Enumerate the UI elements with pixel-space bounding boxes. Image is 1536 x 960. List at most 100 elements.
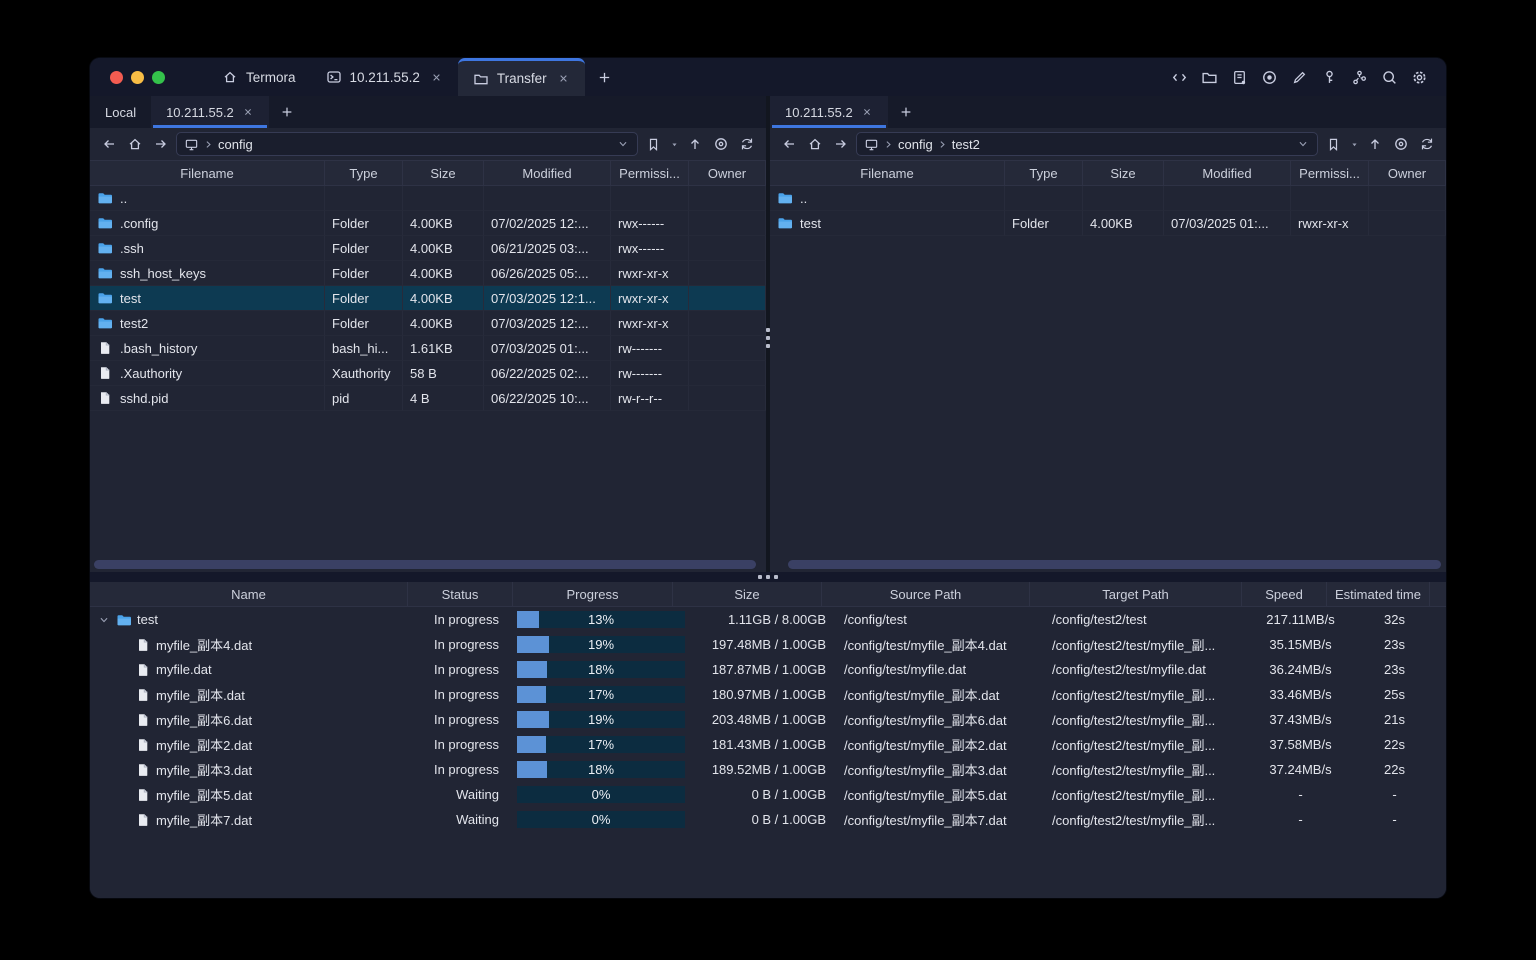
folder-button[interactable] (1196, 64, 1222, 90)
transfer-column-header[interactable]: Target Path (1030, 582, 1242, 606)
column-header[interactable]: Owner (1369, 161, 1446, 185)
close-tab-icon[interactable] (242, 106, 254, 118)
column-header[interactable]: Owner (689, 161, 766, 185)
file-row[interactable]: test Folder 4.00KB 07/03/2025 12:1... rwxr-x… (90, 286, 766, 311)
column-header[interactable]: Filename (770, 161, 1005, 185)
left-forward-button[interactable] (150, 133, 172, 155)
column-header[interactable]: Type (325, 161, 403, 185)
plus-icon[interactable] (899, 105, 913, 119)
search-button[interactable] (1376, 64, 1402, 90)
path-dropdown-icon[interactable] (1296, 137, 1310, 151)
transfer-column-header[interactable]: Estimated time (1327, 582, 1430, 606)
transfer-row[interactable]: myfile_副本6.dat In progress 19% 203.48MB / 1… (90, 707, 1446, 732)
right-show-hidden-button[interactable] (1390, 133, 1412, 155)
app-tab-10-211-55-2[interactable]: 10.211.55.2 (311, 58, 458, 96)
new-tab-button[interactable] (585, 58, 624, 96)
left-panel-new-tab-button[interactable] (269, 96, 305, 128)
settings-button[interactable] (1406, 64, 1432, 90)
key-button[interactable] (1316, 64, 1342, 90)
horizontal-splitter-grip[interactable] (758, 575, 778, 579)
app-tab-transfer[interactable]: Transfer (457, 58, 585, 96)
horizontal-splitter[interactable] (90, 572, 1446, 582)
transfer-column-header[interactable]: Status (408, 582, 513, 606)
right-panel-new-tab-button[interactable] (888, 96, 924, 128)
chevron-down-icon[interactable] (616, 137, 630, 151)
file-row[interactable]: .. (770, 186, 1446, 211)
column-header[interactable]: Filename (90, 161, 325, 185)
right-bookmark-button[interactable] (1322, 133, 1344, 155)
transfer-row[interactable]: myfile_副本3.dat In progress 18% 189.52MB / 1… (90, 757, 1446, 782)
transfer-row[interactable]: myfile_副本7.dat Waiting 0% 0 B / 1.00GB/conf… (90, 807, 1446, 832)
column-header[interactable]: Modified (1164, 161, 1291, 185)
file-row[interactable]: .. (90, 186, 766, 211)
close-icon[interactable] (242, 106, 254, 118)
close-tab-icon[interactable] (430, 71, 443, 84)
left-horizontal-scrollbar[interactable] (94, 560, 756, 569)
plus-icon[interactable] (280, 105, 294, 119)
close-tab-icon[interactable] (861, 106, 873, 118)
chevron-down-icon[interactable] (1296, 137, 1310, 151)
left-show-hidden-button[interactable] (710, 133, 732, 155)
left-refresh-button[interactable] (736, 133, 758, 155)
left-panel-tab-local[interactable]: Local (90, 96, 151, 128)
path-dropdown-icon[interactable] (616, 137, 630, 151)
left-bookmark-button[interactable] (642, 133, 664, 155)
home-icon (127, 136, 143, 152)
left-back-button[interactable] (98, 133, 120, 155)
file-row[interactable]: .config Folder 4.00KB 07/02/2025 12:... rwx-… (90, 211, 766, 236)
right-refresh-button[interactable] (1416, 133, 1438, 155)
right-forward-button[interactable] (830, 133, 852, 155)
transfer-row[interactable]: myfile_副本.dat In progress 17% 180.97MB / 1.… (90, 682, 1446, 707)
right-back-button[interactable] (778, 133, 800, 155)
column-header[interactable]: Size (403, 161, 484, 185)
plus-icon[interactable] (597, 70, 612, 85)
transfer-column-header[interactable]: Size (673, 582, 822, 606)
close-icon[interactable] (430, 71, 443, 84)
transfer-row[interactable]: test In progress 13% 1.11GB / 8.00GB/config… (90, 607, 1446, 632)
file-row[interactable]: test Folder 4.00KB 07/03/2025 01:... rwxr-xr… (770, 211, 1446, 236)
close-tab-icon[interactable] (557, 72, 570, 85)
left-panel-tab-10-211-55-2[interactable]: 10.211.55.2 (151, 96, 269, 128)
chevron-down-icon[interactable] (97, 613, 111, 627)
right-home-button[interactable] (804, 133, 826, 155)
file-row[interactable]: .Xauthority Xauthority 58 B 06/22/2025 02:.… (90, 361, 766, 386)
close-icon[interactable] (861, 106, 873, 118)
right-bookmark-caret-button[interactable] (1348, 133, 1360, 155)
pencil-button[interactable] (1286, 64, 1312, 90)
transfer-row[interactable]: myfile_副本4.dat In progress 19% 197.48MB / 1… (90, 632, 1446, 657)
right-upload-button[interactable] (1364, 133, 1386, 155)
transfer-column-header[interactable]: Source Path (822, 582, 1030, 606)
file-row[interactable]: test2 Folder 4.00KB 07/03/2025 12:... rwxr-x… (90, 311, 766, 336)
app-tab-termora[interactable]: Termora (207, 58, 311, 96)
column-header[interactable]: Permissi... (611, 161, 689, 185)
right-path-input[interactable]: config test2 (856, 132, 1318, 156)
close-icon[interactable] (557, 72, 570, 85)
left-path-input[interactable]: config (176, 132, 638, 156)
left-upload-button[interactable] (684, 133, 706, 155)
minimize-window-button[interactable] (131, 70, 144, 84)
zoom-window-button[interactable] (152, 70, 165, 84)
right-horizontal-scrollbar[interactable] (788, 560, 1441, 569)
file-row[interactable]: .bash_history bash_hi... 1.61KB 07/03/2025 … (90, 336, 766, 361)
transfer-column-header[interactable]: Progress (513, 582, 673, 606)
transfer-column-header[interactable]: Name (90, 582, 408, 606)
right-panel-tab-10-211-55-2[interactable]: 10.211.55.2 (770, 96, 888, 128)
file-row[interactable]: .ssh Folder 4.00KB 06/21/2025 03:... rwx----… (90, 236, 766, 261)
transfer-row[interactable]: myfile_副本2.dat In progress 17% 181.43MB / 1… (90, 732, 1446, 757)
column-header[interactable]: Modified (484, 161, 611, 185)
left-home-button[interactable] (124, 133, 146, 155)
code-button[interactable] (1166, 64, 1192, 90)
log-button[interactable] (1226, 64, 1252, 90)
close-window-button[interactable] (110, 70, 123, 84)
file-row[interactable]: ssh_host_keys Folder 4.00KB 06/26/2025 05:.… (90, 261, 766, 286)
record-button[interactable] (1256, 64, 1282, 90)
column-header[interactable]: Permissi... (1291, 161, 1369, 185)
column-header[interactable]: Type (1005, 161, 1083, 185)
transfer-row[interactable]: myfile.dat In progress 18% 187.87MB / 1.00G… (90, 657, 1446, 682)
keychain-button[interactable] (1346, 64, 1372, 90)
left-bookmark-caret-button[interactable] (668, 133, 680, 155)
transfer-row[interactable]: myfile_副本5.dat Waiting 0% 0 B / 1.00GB/conf… (90, 782, 1446, 807)
transfer-column-header[interactable]: Speed (1242, 582, 1327, 606)
column-header[interactable]: Size (1083, 161, 1164, 185)
file-row[interactable]: sshd.pid pid 4 B 06/22/2025 10:... rw-r--r-- (90, 386, 766, 411)
